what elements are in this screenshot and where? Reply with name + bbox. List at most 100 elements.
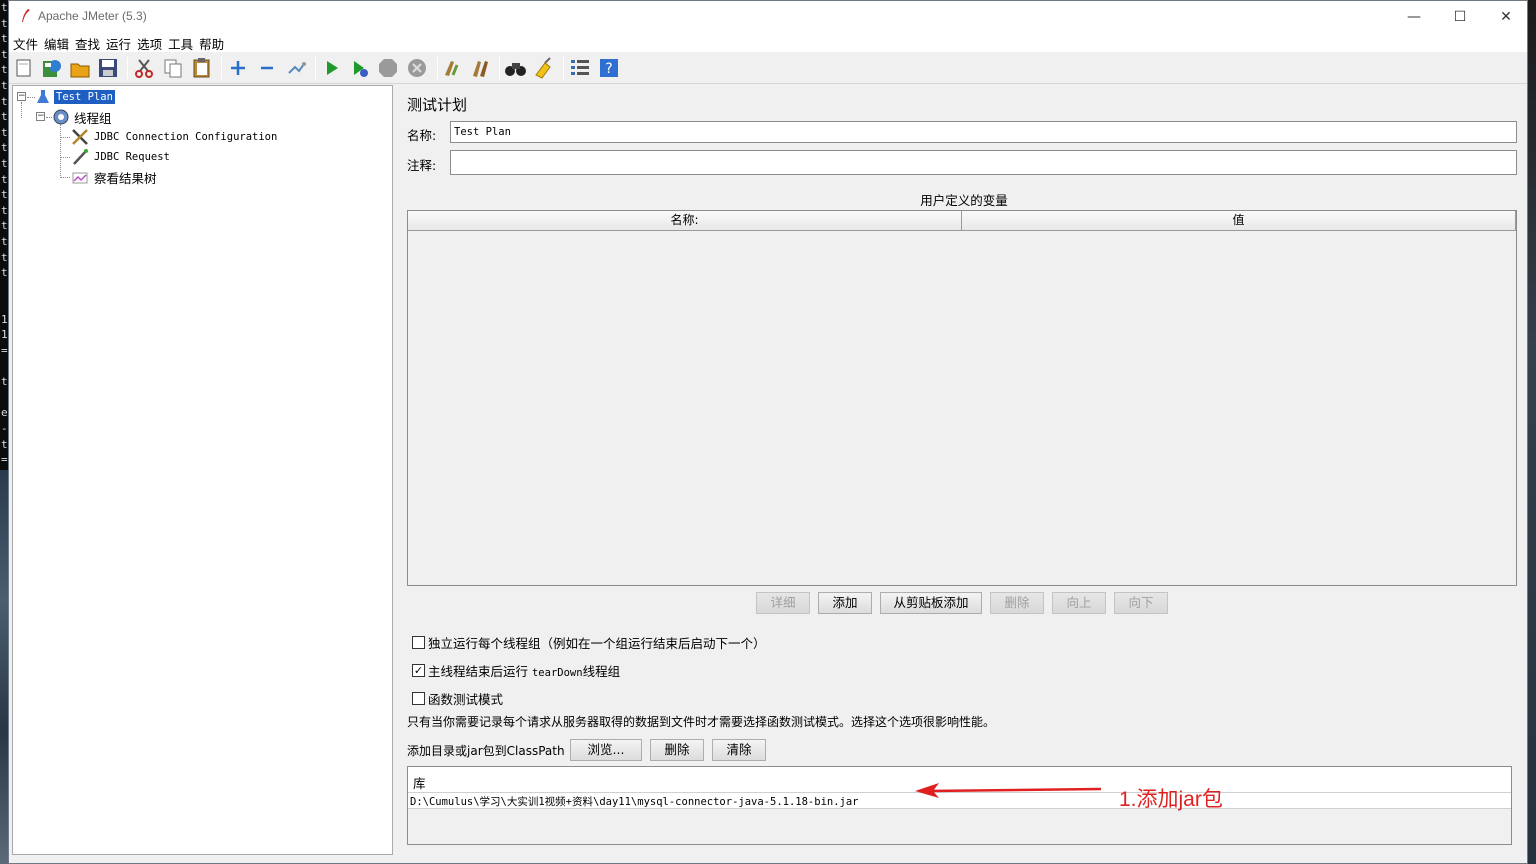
column-name-header[interactable]: 名称: [408,211,962,231]
cut-icon[interactable] [132,56,156,80]
terminal-line: t [1,78,8,92]
terminal-line: - [1,422,8,436]
flask-icon [37,90,49,103]
terminal-line: t [1,63,8,77]
terminal-line: t [1,110,8,124]
menu-run[interactable]: 运行 [103,32,134,53]
serial-checkbox[interactable] [412,636,425,649]
terminal-line: t [1,172,8,186]
classpath-clear-button[interactable]: 清除 [712,739,766,761]
tree-node-test-plan[interactable]: Test Plan [35,88,115,106]
functional-mode-option[interactable]: 函数测试模式 [412,689,503,708]
panel-heading: 测试计划 [407,96,468,114]
open-icon[interactable] [68,56,92,80]
terminal-line: t [1,437,8,451]
column-value-header[interactable]: 值 [962,211,1516,231]
tree-node-thread-group[interactable]: 线程组 [52,108,114,126]
menu-edit[interactable]: 编辑 [41,32,72,53]
expand-icon[interactable] [226,56,250,80]
menu-options[interactable]: 选项 [134,32,165,53]
terminal-line: 1 [1,312,8,326]
terminal-line: t [1,250,8,264]
terminal-line: t [1,266,8,280]
collapse-icon[interactable] [255,56,279,80]
help-icon[interactable]: ? [597,56,621,80]
copy-icon[interactable] [161,56,185,80]
terminal-line: t [1,1,8,14]
paste-icon[interactable] [190,56,214,80]
jmeter-feather-icon [22,9,30,22]
chart-icon [72,172,88,184]
toggle-icon[interactable] [284,56,308,80]
close-button[interactable]: ✕ [1483,1,1529,32]
annotation-arrow [915,783,1102,798]
comment-field[interactable] [450,150,1517,175]
tree-node-jdbc-config[interactable]: JDBC Connection Configuration [70,128,279,146]
stop-icon[interactable] [376,56,400,80]
terminal-line: t [1,125,8,139]
functional-checkbox[interactable] [412,692,425,705]
gear-icon [53,109,69,125]
terminal-line: 1 [1,328,8,342]
classpath-label: 添加目录或jar包到ClassPath [407,744,565,758]
terminal-line: t [1,47,8,61]
clear-all-icon[interactable] [469,56,493,80]
teardown-checkbox[interactable]: ✓ [412,664,425,677]
reset-search-icon[interactable] [532,56,556,80]
tree-node-results-tree[interactable]: 察看结果树 [70,168,159,186]
terminal-line: t [1,16,8,30]
title-bar: Apache JMeter (5.3) — ☐ ✕ [9,1,1527,32]
functional-label: 函数测试模式 [428,692,504,707]
menu-tools[interactable]: 工具 [165,32,196,53]
search-icon[interactable] [504,56,528,80]
window-title: Apache JMeter (5.3) [38,9,147,23]
menu-file[interactable]: 文件 [10,32,41,53]
classpath-delete-button[interactable]: 删除 [650,739,704,761]
terminal-line: t [1,219,8,233]
user-vars-table: 名称: 值 [407,210,1517,586]
browse-button[interactable]: 浏览... [570,739,642,761]
background-desktop [1528,0,1536,864]
tree-label-test-plan: Test Plan [54,90,115,104]
tree-label-jdbc-config: JDBC Connection Configuration [94,131,278,143]
save-icon[interactable] [96,56,120,80]
delete-button[interactable]: 删除 [990,592,1044,614]
add-from-clipboard-button[interactable]: 从剪贴板添加 [880,592,982,614]
templates-icon[interactable] [40,56,64,80]
function-helper-icon[interactable] [568,56,592,80]
tree-node-jdbc-request[interactable]: JDBC Request [70,148,172,166]
teardown-option[interactable]: ✓ 主线程结束后运行 tearDown线程组 [412,661,620,680]
background-terminal: t t t t t t t t t t t t t t t t t t 1 1 = t e - t = [0,0,8,864]
detail-button[interactable]: 详细 [756,592,810,614]
move-up-button[interactable]: 向上 [1052,592,1106,614]
tree-collapse-thread-group[interactable]: − [36,112,45,121]
add-button[interactable]: 添加 [818,592,872,614]
menu-bar: 文件 编辑 查找 运行 选项 工具 帮助 [9,32,1527,52]
minimize-button[interactable]: — [1391,1,1437,32]
start-no-pause-icon[interactable] [348,56,372,80]
functional-mode-note: 只有当你需要记录每个请求从服务器取得的数据到文件时才需要选择函数测试模式。选择这… [407,715,996,729]
terminal-line: t [1,203,8,217]
start-icon[interactable] [320,56,344,80]
clear-icon[interactable] [440,56,464,80]
serial-thread-groups-option[interactable]: 独立运行每个线程组（例如在一个组运行结束后启动下一个） [412,633,766,652]
shutdown-icon[interactable] [405,56,429,80]
tree-label-thread-group: 线程组 [74,110,112,126]
table-header: 名称: 值 [408,211,1516,231]
move-down-button[interactable]: 向下 [1114,592,1168,614]
test-tree-panel: − Test Plan − 线程组 JDBC Connection Config… [12,85,393,855]
maximize-button[interactable]: ☐ [1437,1,1483,32]
tree-collapse-root[interactable]: − [17,92,26,101]
menu-search[interactable]: 查找 [72,32,103,53]
name-label: 名称: [407,128,437,143]
new-icon[interactable] [12,56,36,80]
tree-label-jdbc-request: JDBC Request [94,151,170,163]
terminal-line: t [1,141,8,155]
svg-text:?: ? [605,61,612,77]
menu-help[interactable]: 帮助 [196,32,227,53]
name-field[interactable]: Test Plan [450,121,1517,143]
terminal-line: t [1,188,8,202]
terminal-line: = [1,344,8,358]
